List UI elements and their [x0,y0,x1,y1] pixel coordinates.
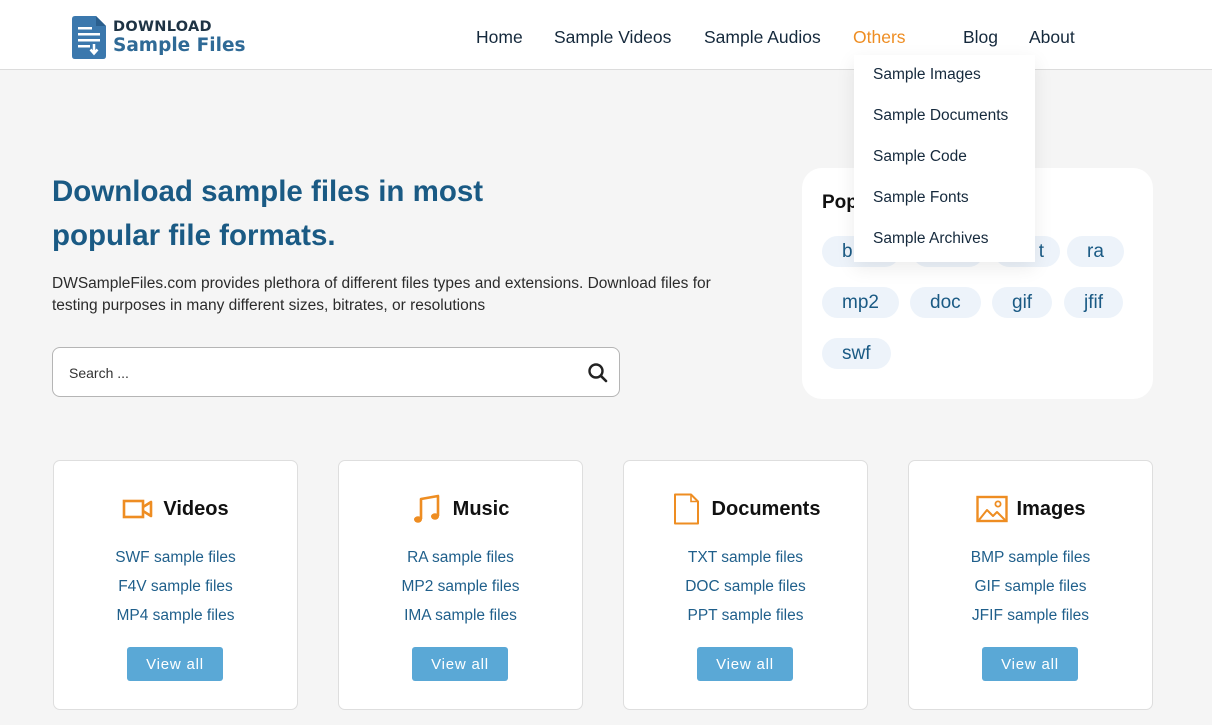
card-link[interactable]: TXT sample files [624,543,867,572]
category-card-documents: Documents TXT sample files DOC sample fi… [623,460,868,710]
view-all-button[interactable]: View all [127,647,223,681]
card-link[interactable]: DOC sample files [624,572,867,601]
card-link[interactable]: JFIF sample files [909,601,1152,630]
format-tag[interactable]: jfif [1064,287,1123,318]
view-all-button[interactable]: View all [697,647,793,681]
category-card-images: Images BMP sample files GIF sample files… [908,460,1153,710]
popular-formats-title: Pop [822,192,858,213]
category-card-videos: Videos SWF sample files F4V sample files… [53,460,298,710]
card-link[interactable]: MP4 sample files [54,601,297,630]
nav-sample-videos[interactable]: Sample Videos [554,27,671,48]
card-link[interactable]: PPT sample files [624,601,867,630]
site-logo[interactable]: DOWNLOAD Sample Files [72,16,246,59]
search-input[interactable] [69,362,569,384]
search-box [52,347,620,397]
format-tag[interactable]: ra [1067,236,1124,267]
document-icon [673,493,699,525]
card-link[interactable]: F4V sample files [54,572,297,601]
dropdown-item-sample-archives[interactable]: Sample Archives [873,230,988,248]
hero-description: DWSampleFiles.com provides plethora of d… [52,275,711,314]
dropdown-item-sample-documents[interactable]: Sample Documents [873,107,1008,125]
card-link[interactable]: RA sample files [339,543,582,572]
dropdown-item-sample-images[interactable]: Sample Images [873,66,981,84]
logo-line1: DOWNLOAD [113,19,212,35]
card-link[interactable]: BMP sample files [909,543,1152,572]
page-title: Download sample files in most popular fi… [52,175,484,252]
card-title: Videos [163,497,229,520]
view-all-button[interactable]: View all [412,647,508,681]
nav-blog[interactable]: Blog [963,27,998,48]
dropdown-item-sample-code[interactable]: Sample Code [873,148,967,166]
dropdown-item-sample-fonts[interactable]: Sample Fonts [873,189,969,207]
image-icon [975,495,1008,523]
card-link[interactable]: IMA sample files [339,601,582,630]
card-title: Documents [711,497,821,520]
view-all-button[interactable]: View all [982,647,1078,681]
video-camera-icon [123,499,153,519]
nav-sample-audios[interactable]: Sample Audios [704,27,821,48]
card-link[interactable]: GIF sample files [909,572,1152,601]
format-tag[interactable]: gif [992,287,1053,318]
nav-about[interactable]: About [1029,27,1075,48]
music-note-icon [413,494,439,523]
logo-document-icon [72,16,106,59]
search-icon[interactable] [587,362,609,384]
format-tag[interactable]: swf [822,338,891,369]
card-title: Music [452,497,510,520]
logo-line2: Sample Files [113,34,246,56]
card-title: Images [1016,497,1086,520]
nav-home[interactable]: Home [476,27,523,48]
format-tag[interactable]: doc [910,287,981,318]
category-card-music: Music RA sample files MP2 sample files I… [338,460,583,710]
others-dropdown-menu: Sample Images Sample Documents Sample Co… [854,55,1035,262]
nav-others[interactable]: Others [853,27,906,48]
format-tag[interactable]: mp2 [822,287,899,318]
card-link[interactable]: MP2 sample files [339,572,582,601]
card-link[interactable]: SWF sample files [54,543,297,572]
